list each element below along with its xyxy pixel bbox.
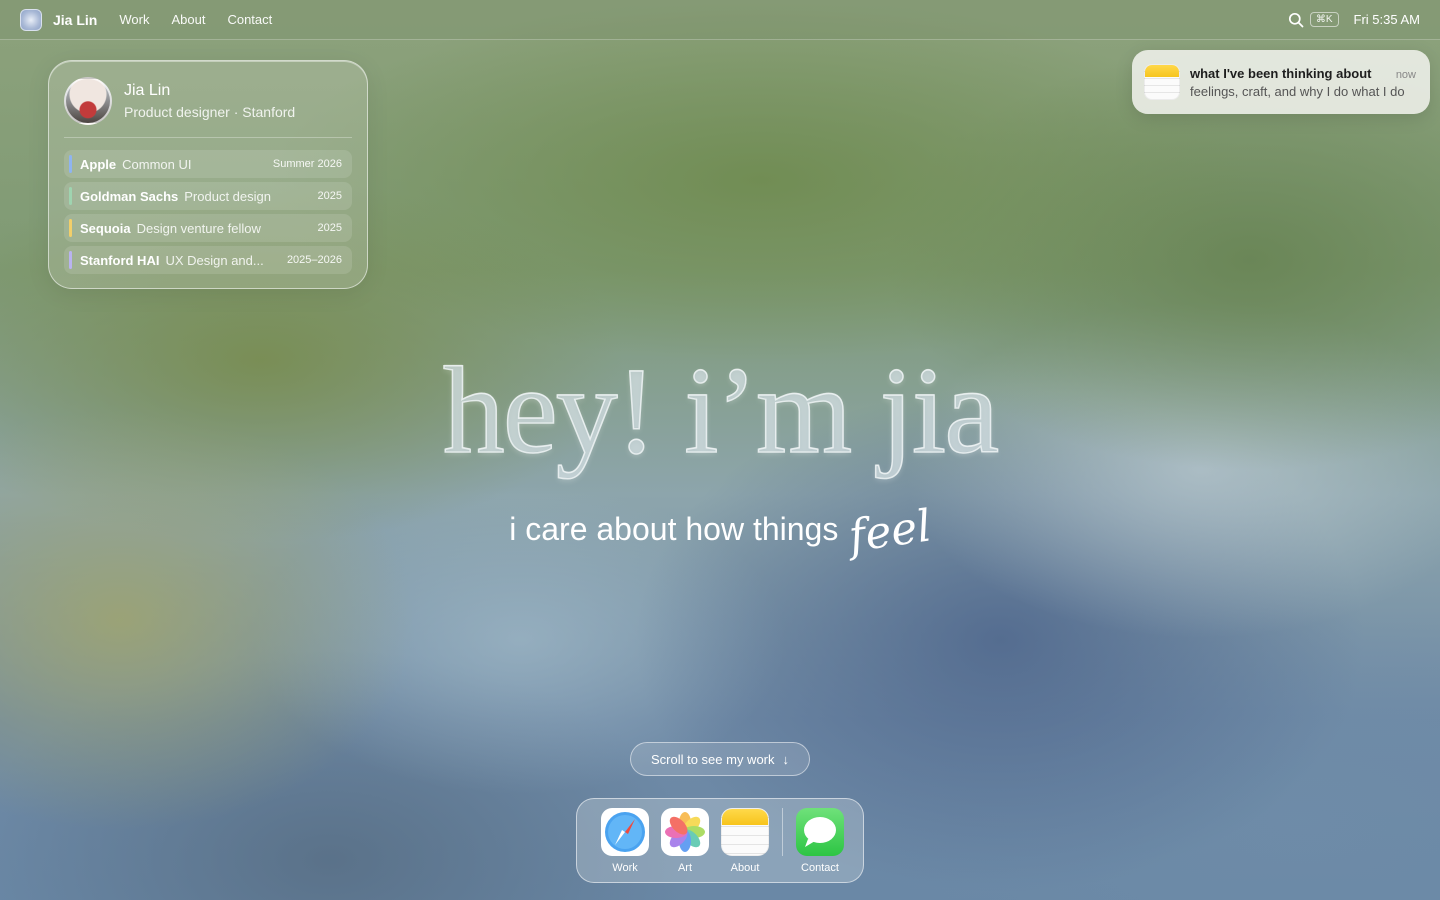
experience-color-bar: [69, 187, 72, 205]
experience-role: Product design: [184, 188, 271, 204]
experience-date: 2025–2026: [286, 254, 342, 266]
dock-label: Contact: [801, 862, 839, 874]
experience-row-goldman-sachs[interactable]: Goldman Sachs Product design 2025: [64, 182, 352, 210]
experience-role: Common UI: [122, 156, 192, 172]
experience-color-bar: [69, 155, 72, 173]
dock-label: Art: [677, 862, 693, 874]
profile-widget: Jia Lin Product designer · Stanford Appl…: [48, 60, 368, 289]
experience-role: UX Design and...: [165, 252, 264, 268]
dock: Work Art About Contact: [576, 798, 864, 883]
experience-row-apple[interactable]: Apple Common UI Summer 2026: [64, 150, 352, 178]
menu-bar: Jia Lin Work About Contact ⌘K Fri 5:35 A…: [0, 0, 1440, 40]
profile-header: Jia Lin Product designer · Stanford: [64, 76, 352, 126]
experience-company: Stanford HAI: [80, 252, 160, 268]
notification-title: what I've been thinking about: [1190, 65, 1372, 81]
menu-bar-right: ⌘K Fri 5:35 AM: [1288, 12, 1420, 28]
notification-body: feelings, craft, and why I do what I do: [1190, 83, 1405, 99]
brand-name[interactable]: Jia Lin: [53, 12, 97, 28]
arrow-down-icon: ↓: [782, 751, 790, 767]
profile-subtitle: Product designer · Stanford: [124, 104, 296, 120]
experience-date: Summer 2026: [272, 158, 342, 170]
dock-item-about[interactable]: About: [720, 808, 770, 874]
hero-subtitle: i care about how things: [509, 511, 839, 547]
dock-separator: [782, 808, 783, 856]
dock-item-art[interactable]: Art: [660, 808, 710, 874]
hero-subtitle-line: i care about how things feel: [0, 500, 1440, 562]
scroll-label: Scroll to see my work: [650, 751, 775, 767]
dock-label: About: [730, 862, 760, 874]
experience-company: Apple: [80, 156, 117, 172]
experience-role: Design venture fellow: [136, 220, 261, 236]
experience-color-bar: [69, 219, 72, 237]
profile-name: Jia Lin: [124, 82, 171, 99]
divider: [64, 137, 352, 138]
notification-time: now: [1395, 68, 1416, 81]
experience-date: 2025: [317, 190, 342, 202]
dock-label: Work: [612, 862, 638, 874]
menu-link-contact[interactable]: Contact: [227, 12, 272, 27]
notes-notification[interactable]: what I've been thinking about now feelin…: [1132, 50, 1430, 114]
search-shortcut-badge[interactable]: ⌘K: [1309, 12, 1339, 27]
experience-row-stanford-hai[interactable]: Stanford HAI UX Design and... 2025–2026: [64, 246, 352, 274]
experience-row-sequoia[interactable]: Sequoia Design venture fellow 2025: [64, 214, 352, 242]
experience-date: 2025: [317, 222, 342, 234]
messages-icon: [796, 808, 844, 856]
scroll-to-work-button[interactable]: Scroll to see my work ↓: [630, 742, 810, 776]
notes-icon: [721, 808, 769, 856]
experience-color-bar: [69, 251, 72, 269]
notes-icon: [1144, 64, 1180, 100]
experience-company: Sequoia: [80, 220, 131, 236]
hero-title: hey! i’m jia: [442, 341, 1000, 480]
search-icon[interactable]: [1288, 12, 1304, 28]
experience-company: Goldman Sachs: [80, 188, 179, 204]
dock-item-contact[interactable]: Contact: [795, 808, 845, 874]
menu-link-about[interactable]: About: [171, 12, 205, 27]
photos-icon: [661, 808, 709, 856]
notification-content: what I've been thinking about now feelin…: [1190, 66, 1416, 99]
menu-bar-clock: Fri 5:35 AM: [1353, 12, 1420, 27]
safari-icon: [601, 808, 649, 856]
menu-link-work[interactable]: Work: [119, 12, 149, 27]
experience-list: Apple Common UI Summer 2026 Goldman Sach…: [64, 150, 352, 274]
avatar: [64, 77, 112, 125]
dock-item-work[interactable]: Work: [600, 808, 650, 874]
app-logo-icon[interactable]: [20, 8, 42, 31]
